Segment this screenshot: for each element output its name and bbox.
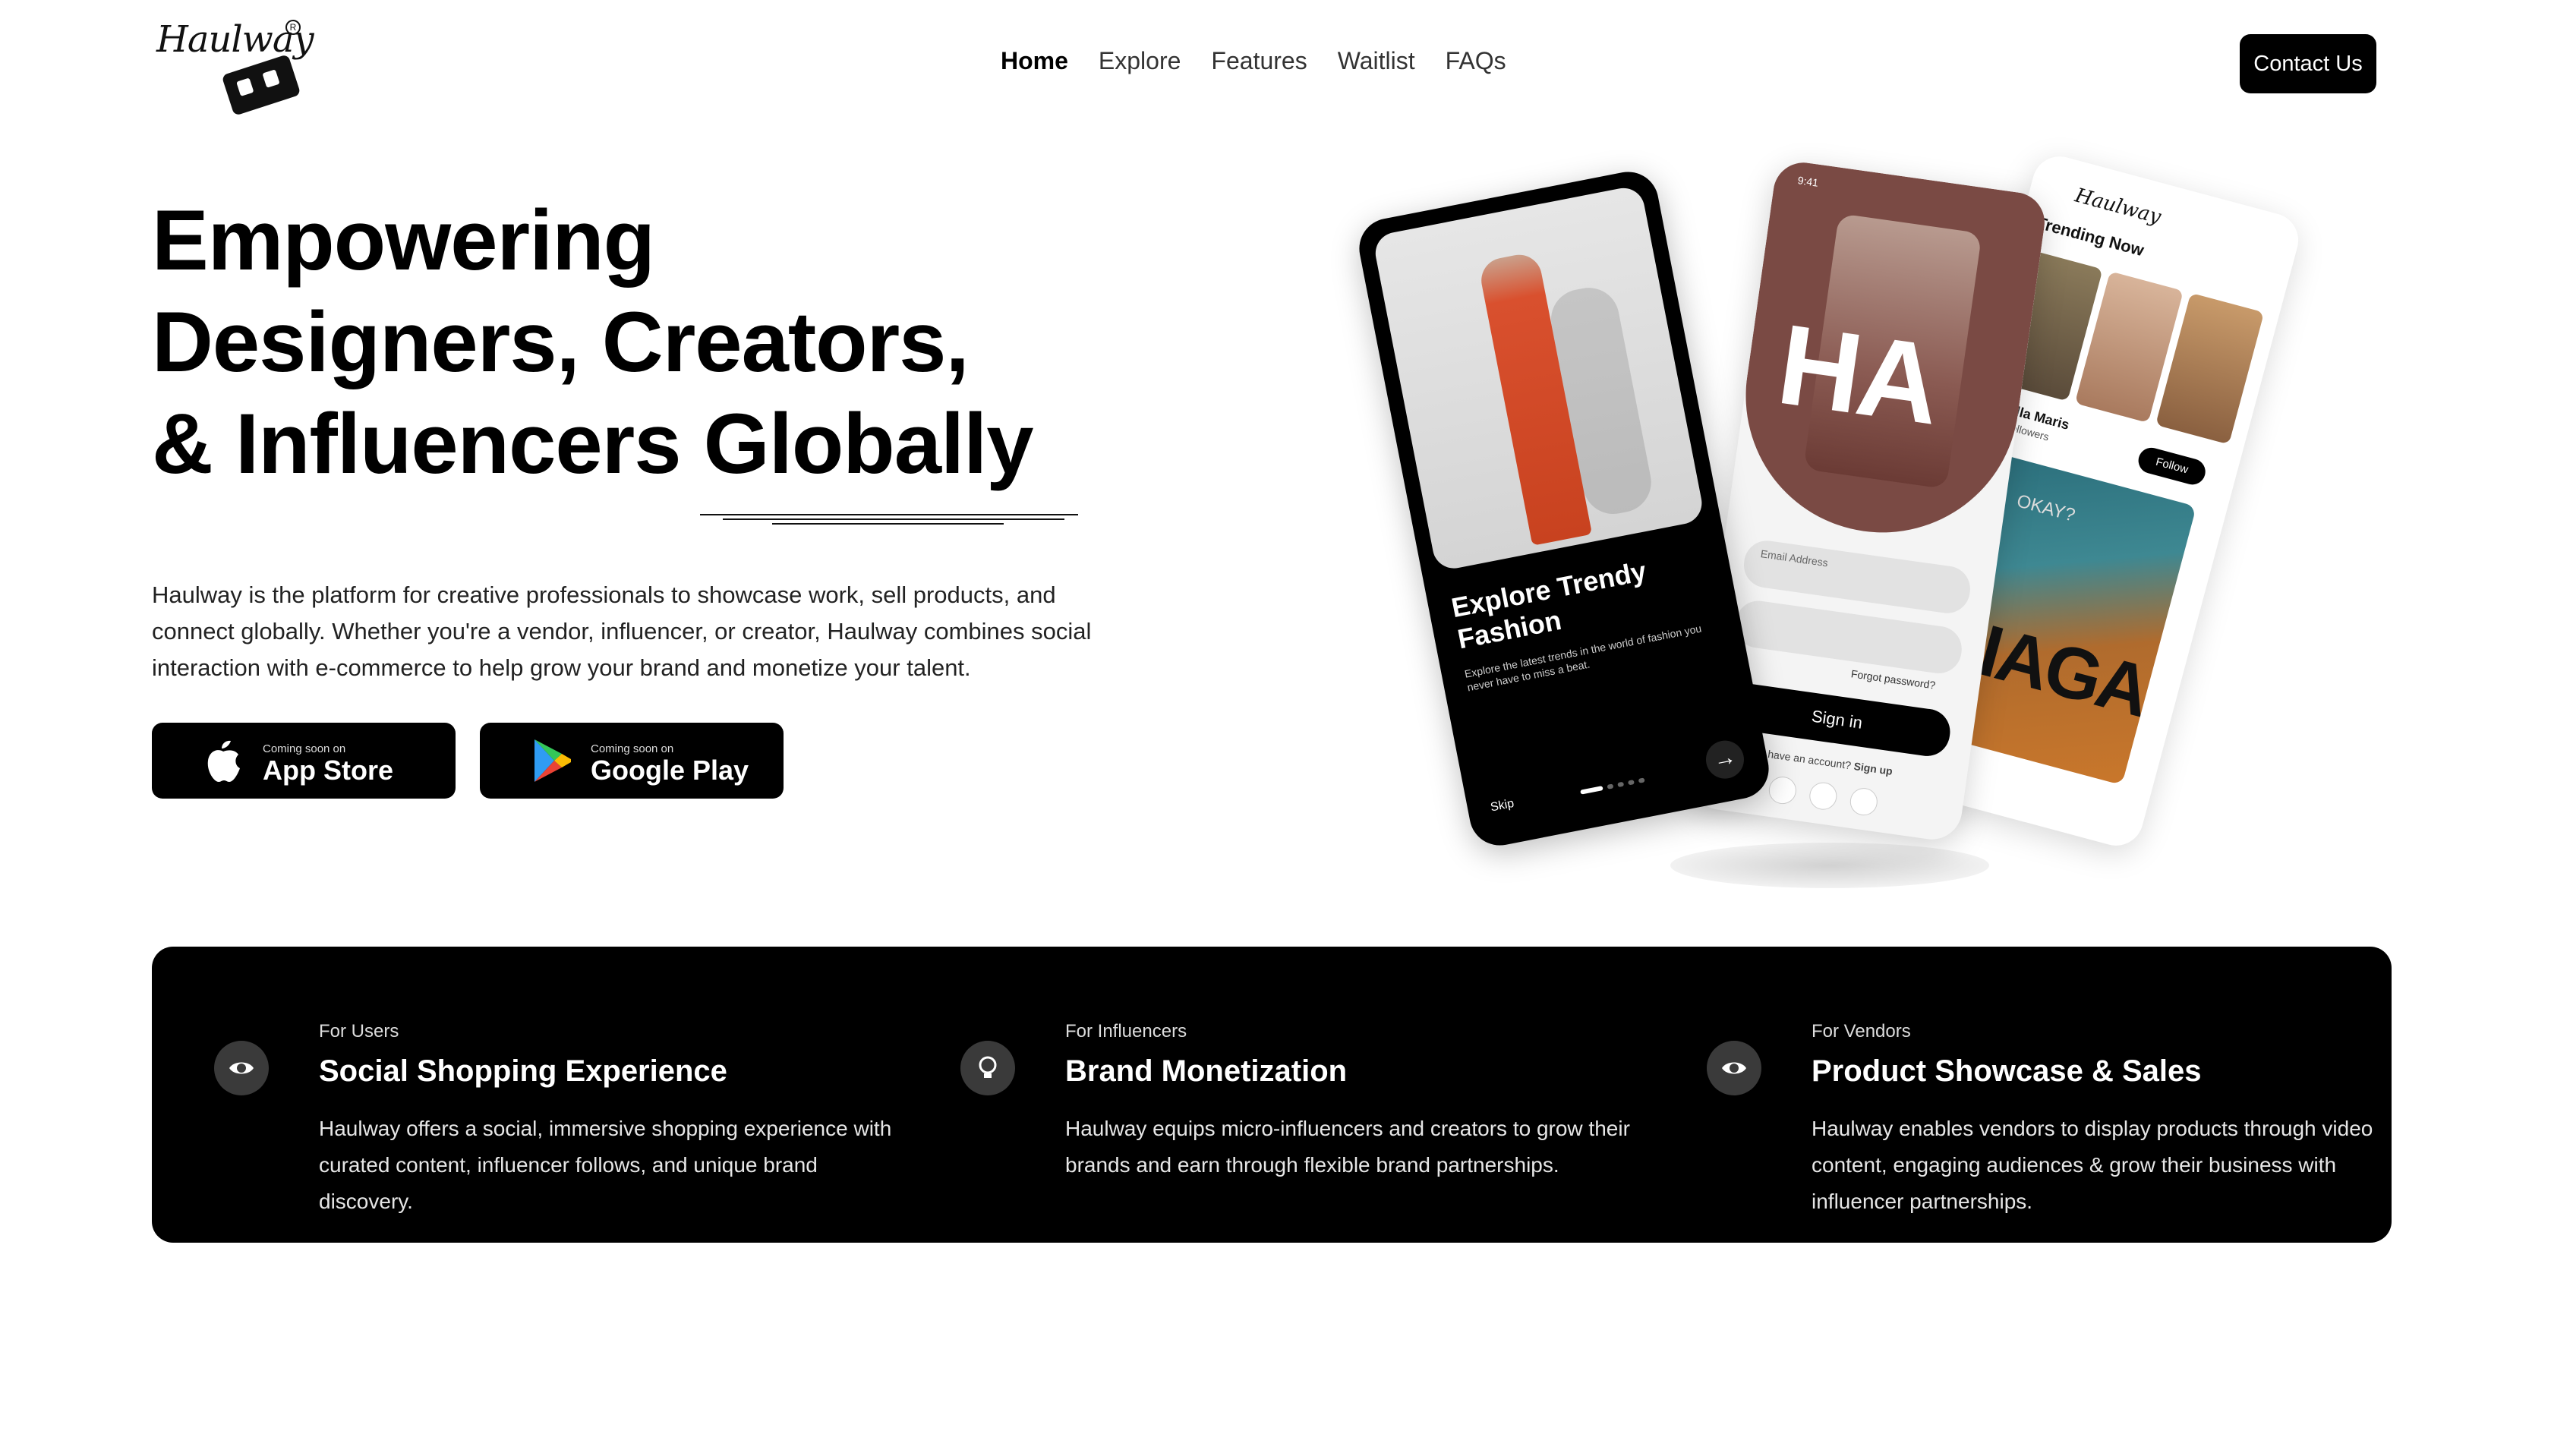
brand-logo[interactable]: Haulway R	[152, 14, 314, 116]
feature-description: Haulway offers a social, immersive shopp…	[319, 1117, 892, 1213]
eye-icon	[214, 1041, 269, 1095]
google-play-small: Coming soon on	[591, 742, 674, 755]
feature-tag: For Vendors	[1812, 1021, 1911, 1042]
onboarding-skip: Skip	[1489, 796, 1515, 815]
onboarding-pager	[1580, 777, 1645, 795]
feature-title: Social Shopping Experience	[319, 1054, 727, 1088]
nav-features[interactable]: Features	[1211, 47, 1307, 75]
apple-icon	[207, 740, 240, 782]
hero-title-line: Designers, Creators,	[152, 295, 970, 389]
onboarding-phone-mockup: Explore Trendy Fashion Explore the lates…	[1354, 166, 1774, 851]
main-nav: Home Explore Features Waitlist FAQs	[1001, 47, 1506, 75]
app-store-label: App Store	[263, 755, 394, 786]
login-signup-link: Sign up	[1853, 759, 1894, 777]
feature-tag: For Influencers	[1065, 1021, 1187, 1042]
eye-icon	[1707, 1041, 1761, 1095]
arrow-right-icon: →	[1702, 737, 1748, 782]
feed-logo: Haulway	[2072, 184, 2164, 229]
hero-title-line: & Influencers Globally	[152, 396, 1034, 491]
feature-tag: For Users	[319, 1021, 399, 1042]
instagram-icon	[1848, 786, 1880, 818]
hero-title: Empowering Designers, Creators, & Influe…	[152, 190, 1034, 495]
google-play-label: Google Play	[591, 755, 749, 786]
contact-us-button[interactable]: Contact Us	[2240, 34, 2376, 93]
facebook-icon	[1808, 780, 1839, 812]
feed-follow-button: Follow	[2135, 445, 2209, 488]
google-play-icon	[534, 739, 571, 782]
app-mockups: Haulway Trending Now Stella Maris 5k Fol…	[1351, 150, 2308, 911]
hero-description: Haulway is the platform for creative pro…	[152, 581, 1092, 681]
apple-icon	[1767, 774, 1799, 806]
title-underline-decoration	[700, 514, 1078, 525]
nav-faqs[interactable]: FAQs	[1446, 47, 1506, 75]
nav-waitlist[interactable]: Waitlist	[1338, 47, 1415, 75]
hero-title-line: Empowering	[152, 193, 655, 288]
feature-description: Haulway enables vendors to display produ…	[1812, 1117, 2373, 1213]
feed-photo-cap-text: OKAY?	[2014, 490, 2078, 526]
lightbulb-icon	[960, 1041, 1015, 1095]
feature-description: Haulway equips micro-influencers and cre…	[1065, 1117, 1630, 1177]
features-strip: For Users Social Shopping Experience Hau…	[152, 947, 2392, 1243]
onboarding-photo	[1371, 184, 1706, 572]
google-play-button[interactable]: Coming soon on Google Play	[480, 723, 784, 799]
registered-mark-icon: R	[285, 20, 301, 35]
login-overlay-text: HA	[1771, 299, 1946, 449]
feature-title: Product Showcase & Sales	[1812, 1054, 2202, 1088]
card-icon	[221, 54, 301, 116]
mockup-shadow	[1670, 843, 1989, 888]
app-store-button[interactable]: Coming soon on App Store	[152, 723, 456, 799]
app-store-small: Coming soon on	[263, 742, 346, 755]
nav-home[interactable]: Home	[1001, 47, 1068, 75]
feature-title: Brand Monetization	[1065, 1054, 1348, 1088]
nav-explore[interactable]: Explore	[1099, 47, 1181, 75]
